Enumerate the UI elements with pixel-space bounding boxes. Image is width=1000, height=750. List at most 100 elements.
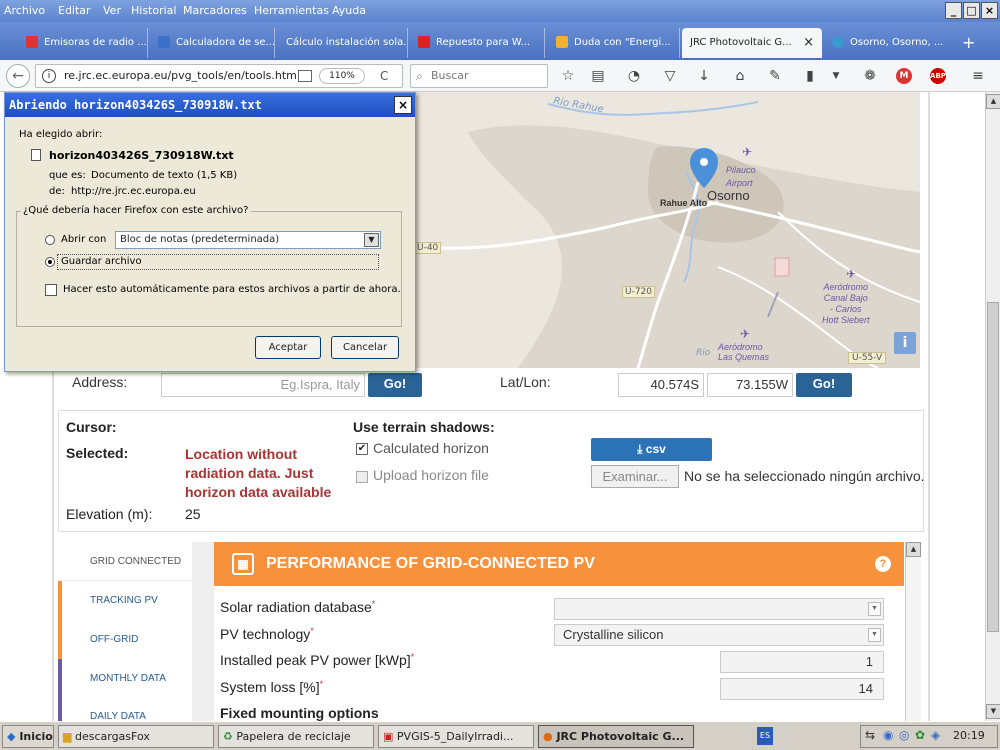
tab-grid-connected[interactable]: GRID CONNECTED — [58, 542, 192, 580]
folder-icon: ▆ — [63, 730, 72, 743]
browse-file-button[interactable]: Examinar... — [591, 465, 679, 488]
calculated-horizon-checkbox[interactable]: ✔ — [356, 443, 368, 455]
accept-button[interactable]: Aceptar — [255, 336, 321, 359]
bookmark-star-icon[interactable]: ☆ — [558, 66, 578, 86]
menu-historial[interactable]: Historial — [131, 4, 176, 17]
reader-view-icon[interactable] — [298, 70, 312, 82]
taskbar-descargasfox[interactable]: ▆ descargasFox — [58, 725, 214, 748]
tray-app3-icon[interactable]: ✿ — [915, 728, 925, 742]
menu-ayuda[interactable]: Ayuda — [332, 4, 366, 17]
maximize-button[interactable]: □ — [963, 2, 980, 19]
download-icon[interactable]: ↓ — [694, 66, 714, 86]
upload-horizon-checkbox[interactable] — [356, 471, 368, 483]
taskbar-pvgis[interactable]: ▣ PVGIS-5_DailyIrradi... — [378, 725, 534, 748]
reload-icon[interactable]: C — [380, 65, 388, 87]
inner-scroll-up-icon[interactable]: ▲ — [906, 542, 921, 557]
menu-editar[interactable]: Editar — [58, 4, 91, 17]
tab-tracking-pv[interactable]: TRACKING PV — [58, 581, 192, 621]
action-question: ¿Qué debería hacer Firefox con este arch… — [21, 205, 251, 216]
pv-tech-select[interactable]: Crystalline silicon ▼ — [554, 624, 884, 646]
menu-ver[interactable]: Ver — [103, 4, 121, 17]
save-file-radio[interactable] — [45, 257, 55, 267]
inner-scrollbar[interactable]: ▲ — [905, 542, 921, 721]
tab-duda[interactable]: Duda con "Energi... — [548, 28, 680, 58]
hamburger-menu-icon[interactable]: ≡ — [968, 66, 988, 86]
minimize-button[interactable]: _ — [945, 2, 962, 19]
home-icon[interactable]: ⌂ — [730, 66, 750, 86]
site-info-icon[interactable]: i — [42, 69, 56, 83]
taskbar-papelera[interactable]: ♻ Papelera de reciclaje — [218, 725, 374, 748]
taskbar-firefox[interactable]: ● JRC Photovoltaic G... — [538, 725, 694, 748]
pocket-icon[interactable]: ▽ — [660, 66, 680, 86]
adblock-icon[interactable]: ABP — [930, 68, 946, 84]
performance-title: PERFORMANCE OF GRID-CONNECTED PV — [266, 555, 595, 572]
airport-label: Airport — [726, 178, 753, 188]
auto-checkbox[interactable] — [45, 284, 57, 296]
language-indicator[interactable]: ES — [757, 727, 773, 745]
tab-calculadora[interactable]: Calculadora de se... — [150, 28, 275, 58]
tab-calculo[interactable]: Cálculo instalación sola... — [278, 28, 408, 58]
tab-repuesto[interactable]: Repuesto para W... — [410, 28, 545, 58]
close-window-button[interactable]: × — [981, 2, 998, 19]
solar-db-label: Solar radiation database* — [220, 599, 376, 615]
tab-emisoras[interactable]: Emisoras de radio ... — [18, 28, 148, 58]
extension-icon[interactable]: ✎ — [765, 66, 785, 86]
site-icon — [158, 36, 170, 48]
url-bar[interactable]: i re.jrc.ec.europa.eu/pvg_tools/en/tools… — [35, 64, 403, 88]
zoom-level[interactable]: 110% — [319, 68, 365, 84]
tab-close-icon[interactable]: × — [803, 28, 814, 58]
tab-jrc[interactable]: JRC Photovoltaic G... × — [682, 28, 822, 58]
selected-location-message: Location without radiation data. Just ho… — [185, 446, 332, 500]
start-button[interactable]: ◆ Inicio — [2, 725, 54, 748]
open-with-select[interactable]: Bloc de notas (predeterminada) ▼ — [115, 231, 381, 249]
overflow-chevron-icon[interactable]: ▼ — [826, 66, 846, 86]
search-bar[interactable]: ⌕ Buscar — [410, 64, 548, 88]
menu-marcadores[interactable]: Marcadores — [183, 4, 247, 17]
menu-archivo[interactable]: Archivo — [4, 4, 45, 17]
longitude-input[interactable]: 73.155W — [707, 373, 793, 397]
solar-db-select[interactable]: ▼ — [554, 598, 884, 620]
help-icon[interactable]: ? — [875, 556, 891, 572]
latitude-input[interactable]: 40.574S — [618, 373, 704, 397]
dialog-close-button[interactable]: × — [394, 96, 412, 114]
mega-icon[interactable]: M — [896, 68, 912, 84]
address-input[interactable]: Eg.Ispra, Italy — [161, 373, 365, 397]
file-type-value: Documento de texto (1,5 KB) — [91, 170, 238, 181]
address-go-button[interactable]: Go! — [368, 373, 422, 397]
peak-power-label: Installed peak PV power [kWp]* — [220, 652, 415, 668]
network-icon[interactable]: ⇆ — [865, 728, 875, 742]
library-icon[interactable]: ▤ — [588, 66, 608, 86]
history-icon[interactable]: ◔ — [624, 66, 644, 86]
csv-download-button[interactable]: ⤓ csv — [591, 438, 712, 461]
back-button[interactable]: ← — [6, 64, 30, 88]
phone-icon[interactable]: ▮ — [800, 66, 820, 86]
cancel-button[interactable]: Cancelar — [331, 336, 399, 359]
file-source-label: de: — [49, 186, 65, 197]
window-controls: _ □ × — [945, 2, 998, 19]
scroll-thumb[interactable] — [987, 302, 999, 632]
system-loss-input[interactable]: 14 — [720, 678, 884, 700]
map-info-button[interactable]: i — [894, 332, 916, 354]
page-scrollbar[interactable]: ▲ ▼ — [985, 92, 1000, 721]
open-with-radio[interactable] — [45, 235, 55, 245]
menu-herramientas[interactable]: Herramientas — [254, 4, 329, 17]
road-u55-label: U-55-V — [848, 352, 887, 364]
scroll-up-icon[interactable]: ▲ — [986, 94, 1000, 109]
elevation-label: Elevation (m): — [66, 506, 153, 522]
road-u720-label: U-720 — [622, 286, 656, 298]
tab-monthly-data[interactable]: MONTHLY DATA — [58, 659, 192, 699]
pdf-icon: ▣ — [383, 730, 394, 743]
latlon-go-button[interactable]: Go! — [796, 373, 852, 397]
tray-app2-icon[interactable]: ◎ — [899, 728, 909, 742]
dialog-title: Abriendo horizon403426S_730918W.txt — [5, 93, 415, 117]
tab-off-grid[interactable]: OFF-GRID — [58, 620, 192, 660]
addon-icon[interactable]: ❁ — [860, 66, 880, 86]
scroll-down-icon[interactable]: ▼ — [986, 704, 1000, 719]
tray-app-icon[interactable]: ◉ — [883, 728, 893, 742]
tab-daily-data[interactable]: DAILY DATA — [58, 698, 192, 722]
upload-horizon-label: Upload horizon file — [373, 467, 489, 483]
tab-osorno[interactable]: Osorno, Osorno, ... — [824, 28, 949, 58]
peak-power-input[interactable]: 1 — [720, 651, 884, 673]
new-tab-button[interactable]: + — [956, 28, 986, 58]
tray-app4-icon[interactable]: ◈ — [931, 728, 940, 742]
